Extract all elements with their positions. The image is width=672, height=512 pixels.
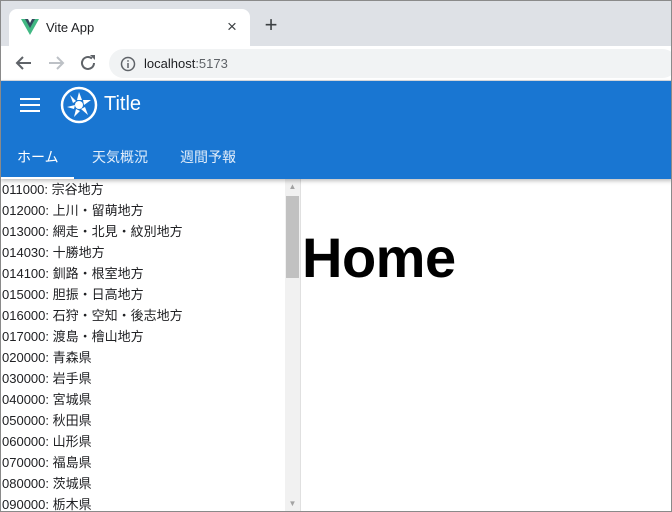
browser-window: Vite App × + localhost:5173 Title ホーム 天気…	[0, 0, 672, 512]
area-list-item[interactable]: 011000: 宗谷地方	[2, 179, 284, 200]
scrollbar-thumb[interactable]	[286, 196, 299, 278]
area-list-item[interactable]: 080000: 茨城県	[2, 473, 284, 494]
app-content: 011000: 宗谷地方 012000: 上川・留萌地方 013000: 網走・北見…	[1, 179, 671, 511]
browser-tab[interactable]: Vite App ×	[9, 9, 250, 46]
reload-icon[interactable]	[77, 52, 99, 74]
app-logo-icon	[60, 86, 98, 124]
page-heading: Home	[302, 226, 456, 289]
area-list-item[interactable]: 017000: 渡島・檜山地方	[2, 326, 284, 347]
area-list-item[interactable]: 014100: 釧路・根室地方	[2, 263, 284, 284]
tab-weather-overview[interactable]: 天気概況	[92, 145, 148, 179]
area-list-item[interactable]: 030000: 岩手県	[2, 368, 284, 389]
scroll-up-arrow-icon[interactable]: ▲	[285, 179, 300, 194]
area-list-item[interactable]: 014030: 十勝地方	[2, 242, 284, 263]
area-list-item[interactable]: 016000: 石狩・空知・後志地方	[2, 305, 284, 326]
close-tab-icon[interactable]: ×	[223, 18, 241, 36]
app-header: Title ホーム 天気概況 週間予報	[1, 81, 671, 179]
area-list-item[interactable]: 040000: 宮城県	[2, 389, 284, 410]
tab-strip: Vite App × +	[1, 1, 671, 46]
tab-title: Vite App	[46, 20, 95, 35]
area-list-item[interactable]: 020000: 青森県	[2, 347, 284, 368]
back-arrow-icon[interactable]	[13, 52, 35, 74]
area-list-item[interactable]: 012000: 上川・留萌地方	[2, 200, 284, 221]
area-list-item[interactable]: 015000: 胆振・日高地方	[2, 284, 284, 305]
area-list-item[interactable]: 013000: 網走・北見・紋別地方	[2, 221, 284, 242]
area-list: 011000: 宗谷地方 012000: 上川・留萌地方 013000: 網走・北見…	[2, 179, 284, 511]
area-list-item[interactable]: 070000: 福島県	[2, 452, 284, 473]
area-list-item[interactable]: 090000: 栃木県	[2, 494, 284, 511]
main-view: Home	[302, 179, 671, 511]
vite-favicon-icon	[21, 19, 39, 35]
forward-arrow-icon[interactable]	[45, 52, 67, 74]
address-bar[interactable]: localhost:5173	[109, 49, 671, 78]
sidebar-scrollbar[interactable]: ▲ ▼	[285, 179, 300, 511]
new-tab-button[interactable]: +	[260, 14, 282, 36]
hamburger-menu-icon[interactable]	[20, 96, 42, 116]
site-info-icon[interactable]	[120, 56, 136, 72]
tab-home[interactable]: ホーム	[1, 145, 74, 179]
scroll-down-arrow-icon[interactable]: ▼	[285, 496, 300, 511]
area-list-item[interactable]: 050000: 秋田県	[2, 410, 284, 431]
area-list-item[interactable]: 060000: 山形県	[2, 431, 284, 452]
browser-toolbar: localhost:5173	[1, 46, 671, 81]
url-port: :5173	[195, 56, 228, 71]
app-title: Title	[104, 93, 142, 115]
area-sidebar: 011000: 宗谷地方 012000: 上川・留萌地方 013000: 網走・北見…	[1, 179, 301, 511]
tab-weekly-forecast[interactable]: 週間予報	[180, 145, 236, 179]
url-text: localhost:5173	[144, 56, 228, 71]
url-host: localhost	[144, 56, 196, 71]
